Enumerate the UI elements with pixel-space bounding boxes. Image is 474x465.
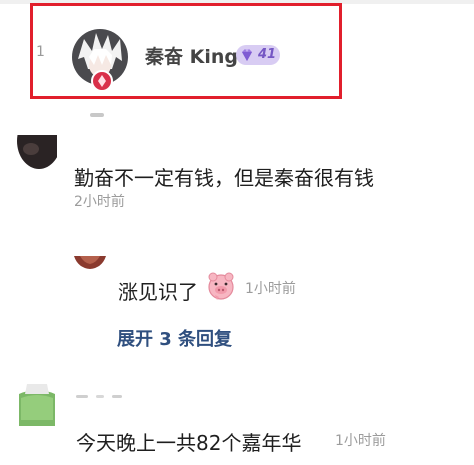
pink-pig-sticker-icon	[206, 271, 236, 301]
comment-timestamp: 1小时前	[335, 433, 386, 449]
commenter-avatar[interactable]	[17, 135, 57, 175]
reply-timestamp: 1小时前	[245, 281, 296, 297]
reply-text: 涨见识了	[118, 280, 198, 304]
comment-section: 1 秦奋 King 41 勤奋不一定有钱，但是秦奋很有钱 2小时前 涨见识了 1…	[0, 0, 474, 465]
divider-mark	[90, 113, 104, 117]
username[interactable]: 秦奋 King	[145, 42, 238, 69]
level-badge: 41	[236, 45, 280, 65]
commenter-name-placeholder	[76, 395, 122, 398]
rank-number: 1	[36, 44, 45, 60]
comment-text: 今天晚上一共82个嘉年华	[76, 431, 302, 455]
commenter-avatar[interactable]	[17, 380, 57, 426]
red-gift-badge-icon	[91, 70, 113, 92]
purple-gem-icon	[239, 47, 255, 63]
reply-avatar[interactable]	[74, 255, 106, 269]
comment-text: 勤奋不一定有钱，但是秦奋很有钱	[74, 166, 374, 190]
level-number: 41	[258, 47, 277, 62]
comment-timestamp: 2小时前	[74, 194, 125, 210]
expand-replies-link[interactable]: 展开 3 条回复	[117, 325, 232, 351]
